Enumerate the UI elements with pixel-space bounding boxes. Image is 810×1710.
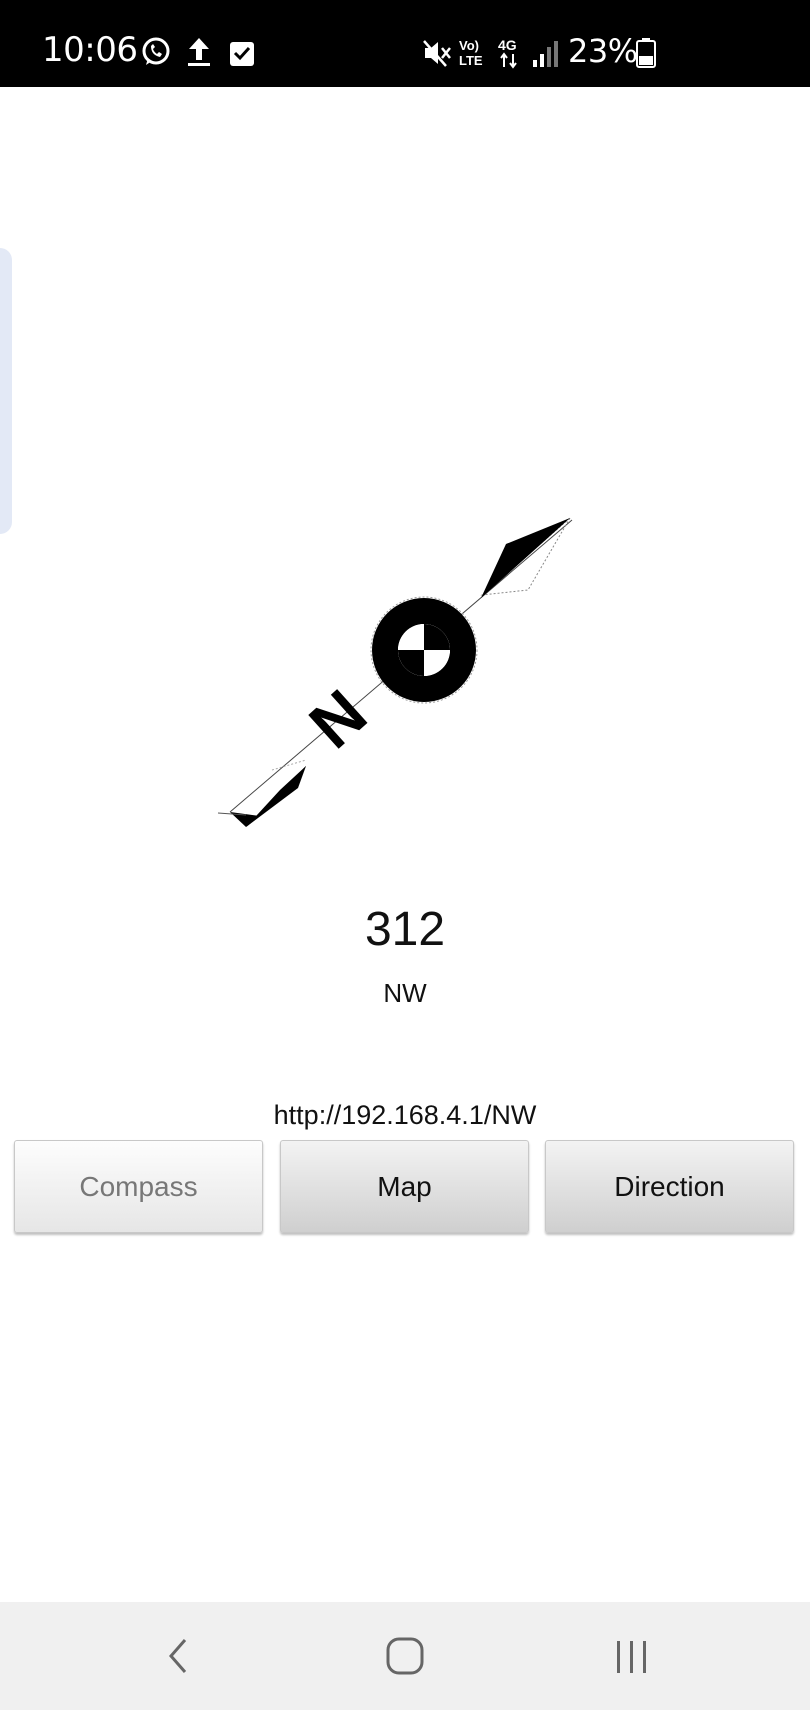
signal-icon (532, 40, 558, 73)
compass-n-label: N (295, 675, 380, 762)
heading-degrees: 312 (364, 903, 446, 956)
svg-text:LTE: LTE (459, 53, 483, 68)
edge-panel-handle[interactable] (0, 248, 12, 534)
4g-icon: 4G (498, 37, 522, 74)
recents-button[interactable] (572, 1602, 692, 1710)
direction-button[interactable]: Direction (545, 1140, 794, 1233)
svg-text:4G: 4G (498, 37, 517, 53)
request-url: http://192.168.4.1/NW (273, 1100, 537, 1130)
back-icon (169, 1639, 187, 1673)
status-bar: 10:06 Vo) LTE 4G 23% (0, 0, 810, 87)
volte-icon: Vo) LTE (458, 37, 488, 74)
svg-text:Vo): Vo) (459, 38, 479, 53)
upload-icon (186, 36, 212, 73)
status-time: 10:06 (42, 30, 138, 70)
checkbox-icon (230, 40, 254, 71)
home-icon (386, 1637, 424, 1675)
back-button[interactable] (118, 1602, 238, 1710)
battery-percent: 23% (568, 32, 638, 70)
home-button[interactable] (345, 1602, 465, 1710)
mute-icon (422, 38, 452, 73)
map-button[interactable]: Map (280, 1140, 529, 1233)
compass-dial: N (200, 490, 600, 860)
heading-direction: NW (383, 978, 427, 1008)
battery-icon (636, 38, 656, 73)
recents-icon (617, 1641, 646, 1673)
compass-button[interactable]: Compass (14, 1140, 263, 1233)
navigation-bar (0, 1602, 810, 1710)
compass-needle: N (217, 517, 573, 827)
whatsapp-icon (140, 36, 172, 73)
